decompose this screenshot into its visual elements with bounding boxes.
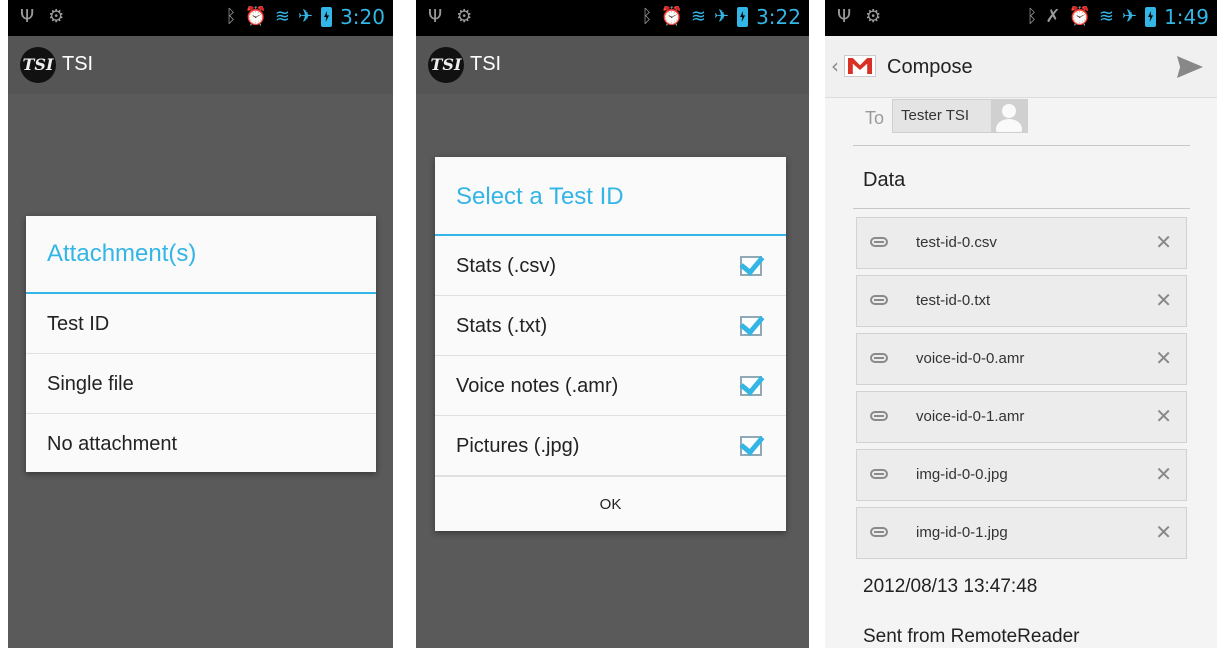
airplane-icon: ✈ [713, 6, 730, 27]
option-label: Voice notes (.amr) [456, 375, 619, 397]
bluetooth-icon: ᛒ [1026, 6, 1038, 27]
wifi-icon: ≋ [690, 6, 706, 27]
option-stats-txt[interactable]: Stats (.txt) [435, 296, 786, 356]
app-bar: TSI TSI [416, 36, 809, 94]
recipient-chip[interactable]: Tester TSI [892, 99, 1028, 133]
checkbox-checked[interactable] [740, 316, 762, 336]
battery-charging-icon [321, 7, 333, 27]
status-time: 1:49 [1164, 5, 1209, 29]
checkbox-checked[interactable] [740, 256, 762, 276]
attachment-item[interactable]: voice-id-0-0.amr ✕ [856, 333, 1187, 385]
gmail-logo-icon[interactable] [844, 55, 876, 77]
send-icon[interactable] [1177, 56, 1203, 78]
back-caret-icon[interactable]: ‹ [831, 54, 839, 78]
paperclip-icon [870, 353, 888, 363]
to-field-underline [853, 145, 1190, 146]
close-icon[interactable]: ✕ [1155, 404, 1172, 428]
app-logo-icon[interactable]: TSI [20, 47, 56, 83]
usb-icon: Ψ [837, 6, 852, 27]
option-pictures[interactable]: Pictures (.jpg) [435, 416, 786, 476]
close-icon[interactable]: ✕ [1155, 462, 1172, 486]
airplane-icon: ✈ [297, 6, 314, 27]
app-logo-icon[interactable]: TSI [428, 47, 464, 83]
avatar [991, 100, 1027, 132]
attachment-dialog: Attachment(s) Test ID Single file No att… [26, 216, 376, 472]
paperclip-icon [870, 527, 888, 537]
option-label: Stats (.txt) [456, 315, 548, 337]
airplane-icon: ✈ [1121, 6, 1138, 27]
checkbox-checked[interactable] [740, 376, 762, 396]
status-time: 3:22 [756, 5, 801, 29]
paperclip-icon [870, 411, 888, 421]
alarm-icon: ⏰ [1068, 6, 1091, 27]
status-bar: Ψ ⚙ ᛒ ⏰ ≋ ✈ 3:22 [416, 0, 809, 36]
ok-button[interactable]: OK [435, 476, 786, 532]
battery-charging-icon [1145, 7, 1157, 27]
option-single-file[interactable]: Single file [26, 354, 376, 414]
usb-icon: Ψ [20, 6, 35, 27]
screen-attachments-dialog: Ψ ⚙ ᛒ ⏰ ≋ ✈ 3:20 TSI TSI Attachment(s) T… [8, 0, 393, 648]
subject-field[interactable]: Data [863, 169, 905, 192]
attachment-item[interactable]: voice-id-0-1.amr ✕ [856, 391, 1187, 443]
attachment-item[interactable]: img-id-0-1.jpg ✕ [856, 507, 1187, 559]
close-icon[interactable]: ✕ [1155, 520, 1172, 544]
option-no-attachment[interactable]: No attachment [26, 414, 376, 474]
attachment-item[interactable]: test-id-0.csv ✕ [856, 217, 1187, 269]
close-icon[interactable]: ✕ [1155, 230, 1172, 254]
paperclip-icon [870, 237, 888, 247]
attachment-name: voice-id-0-1.amr [916, 408, 1025, 425]
app-title: TSI [62, 53, 94, 75]
attachment-item[interactable]: img-id-0-0.jpg ✕ [856, 449, 1187, 501]
paperclip-icon [870, 469, 888, 479]
alarm-icon: ⏰ [244, 6, 267, 27]
subject-field-underline [853, 208, 1190, 209]
wifi-icon: ≋ [1098, 6, 1114, 27]
attachment-name: test-id-0.txt [916, 292, 991, 309]
attachment-item[interactable]: test-id-0.txt ✕ [856, 275, 1187, 327]
attachment-name: img-id-0-1.jpg [916, 524, 1008, 541]
recipient-name: Tester TSI [901, 107, 970, 124]
screen-select-test-id: Ψ ⚙ ᛒ ⏰ ≋ ✈ 3:22 TSI TSI Select a Test I… [416, 0, 809, 648]
status-time: 3:20 [340, 5, 385, 29]
dialog-title: Select a Test ID [456, 183, 624, 210]
dialog-title: Attachment(s) [47, 240, 197, 267]
option-stats-csv[interactable]: Stats (.csv) [435, 236, 786, 296]
checkbox-checked[interactable] [740, 436, 762, 456]
option-label: Pictures (.jpg) [456, 435, 580, 457]
battery-charging-icon [737, 7, 749, 27]
close-icon[interactable]: ✕ [1155, 346, 1172, 370]
option-voice-notes[interactable]: Voice notes (.amr) [435, 356, 786, 416]
status-bar: Ψ ⚙ ᛒ ⏰ ≋ ✈ 3:20 [8, 0, 393, 36]
usb-icon: Ψ [428, 6, 443, 27]
attachment-name: img-id-0-0.jpg [916, 466, 1008, 483]
compose-action-bar: ‹ Compose [825, 36, 1217, 98]
attachment-name: test-id-0.csv [916, 234, 997, 251]
select-test-id-dialog: Select a Test ID Stats (.csv) Stats (.tx… [435, 157, 786, 531]
option-label: Stats (.csv) [456, 255, 557, 277]
bluetooth-icon: ᛒ [225, 6, 237, 27]
muted-icon: ✗ [1045, 6, 1061, 27]
close-icon[interactable]: ✕ [1155, 288, 1172, 312]
body-signature[interactable]: Sent from RemoteReader [863, 626, 1080, 648]
android-debug-icon: ⚙ [48, 6, 65, 27]
body-timestamp[interactable]: 2012/08/13 13:47:48 [863, 576, 1037, 598]
alarm-icon: ⏰ [660, 6, 683, 27]
option-test-id[interactable]: Test ID [26, 294, 376, 354]
android-debug-icon: ⚙ [865, 6, 882, 27]
status-bar: Ψ ⚙ ᛒ ✗ ⏰ ≋ ✈ 1:49 [825, 0, 1217, 36]
attachment-name: voice-id-0-0.amr [916, 350, 1025, 367]
compose-title: Compose [887, 56, 973, 78]
app-title: TSI [470, 53, 502, 75]
wifi-icon: ≋ [274, 6, 290, 27]
paperclip-icon [870, 295, 888, 305]
to-label: To [865, 108, 885, 128]
app-bar: TSI TSI [8, 36, 393, 94]
android-debug-icon: ⚙ [456, 6, 473, 27]
bluetooth-icon: ᛒ [641, 6, 653, 27]
screen-gmail-compose: Ψ ⚙ ᛒ ✗ ⏰ ≋ ✈ 1:49 ‹ Compose To Tester T… [825, 0, 1217, 648]
